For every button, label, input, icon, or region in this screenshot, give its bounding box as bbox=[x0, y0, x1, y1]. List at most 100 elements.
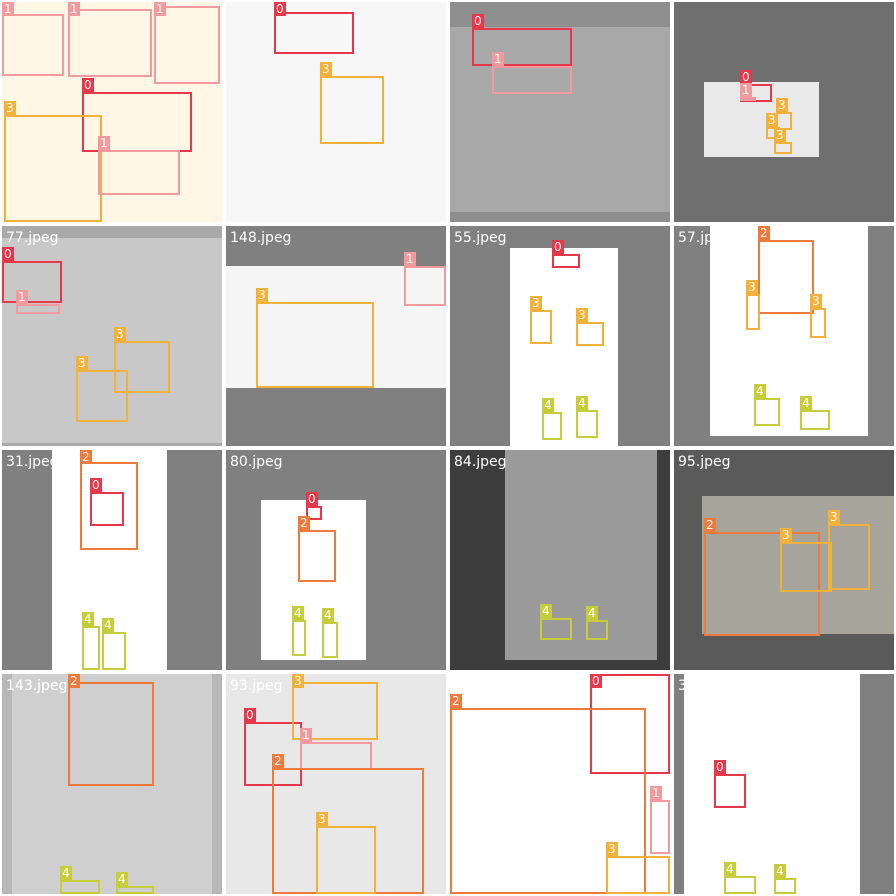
class-label: 4 bbox=[60, 866, 72, 880]
bounding-box bbox=[472, 28, 572, 66]
filename-label: 80.jpeg bbox=[230, 454, 283, 470]
class-label: 0 bbox=[714, 760, 726, 774]
class-label: 0 bbox=[244, 708, 256, 722]
class-label: 3 bbox=[76, 356, 88, 370]
class-label: 1 bbox=[98, 136, 110, 150]
class-label: 3 bbox=[114, 327, 126, 341]
bounding-box bbox=[60, 880, 100, 894]
bounding-box bbox=[4, 115, 102, 222]
bounding-box bbox=[76, 370, 128, 422]
bounding-box bbox=[404, 266, 446, 306]
bounding-box bbox=[102, 632, 126, 670]
class-label: 2 bbox=[298, 516, 310, 530]
bounding-box bbox=[542, 412, 562, 440]
class-label: 2 bbox=[68, 674, 80, 688]
class-label: 4 bbox=[724, 862, 736, 876]
image-grid: 1 1 1 0 3 1 0 3 0 1 0 1 3 3 3 77.jpeg 0 1 3 3 148.jpeg 1 3 55.j… bbox=[0, 0, 896, 896]
bounding-box bbox=[292, 620, 306, 656]
bounding-box bbox=[780, 542, 832, 592]
photo-content bbox=[510, 248, 618, 446]
bounding-box bbox=[68, 9, 152, 77]
grid-tile: 93.jpeg 0 3 1 2 3 bbox=[226, 674, 446, 894]
class-label: 4 bbox=[322, 608, 334, 622]
grid-tile: 55.jpeg 0 3 3 4 4 bbox=[450, 226, 670, 446]
bounding-box bbox=[740, 97, 756, 101]
class-label: 3 bbox=[292, 674, 304, 688]
class-label: 0 bbox=[306, 492, 318, 506]
class-label: 3 bbox=[606, 842, 618, 856]
grid-tile: 77.jpeg 0 1 3 3 bbox=[2, 226, 222, 446]
grid-tile: 31.jpeg 2 0 4 4 bbox=[2, 450, 222, 670]
filename-label: 93.jpeg bbox=[230, 678, 283, 694]
bounding-box bbox=[800, 410, 830, 430]
class-label: 1 bbox=[2, 2, 14, 16]
class-label: 1 bbox=[154, 2, 166, 16]
class-label: 0 bbox=[740, 70, 752, 84]
class-label: 4 bbox=[586, 606, 598, 620]
class-label: 2 bbox=[272, 754, 284, 768]
grid-tile: 80.jpeg 0 2 4 4 bbox=[226, 450, 446, 670]
bounding-box bbox=[154, 6, 220, 84]
class-label: 1 bbox=[492, 52, 504, 66]
class-label: 3 bbox=[766, 113, 778, 127]
bounding-box bbox=[576, 322, 604, 346]
class-label: 4 bbox=[754, 384, 766, 398]
filename-label: 143.jpeg bbox=[6, 678, 68, 694]
bounding-box bbox=[322, 622, 338, 658]
filename-label: 39.jpeg bbox=[678, 678, 731, 694]
class-label: 4 bbox=[542, 398, 554, 412]
class-label: 0 bbox=[274, 2, 286, 16]
bounding-box bbox=[320, 76, 384, 144]
bounding-box bbox=[298, 530, 336, 582]
bounding-box bbox=[316, 826, 376, 894]
bounding-box bbox=[606, 856, 670, 894]
class-label: 0 bbox=[2, 247, 14, 261]
filename-label: 77.jpeg bbox=[6, 230, 59, 246]
bounding-box bbox=[774, 142, 792, 154]
grid-tile: 143.jpeg 2 4 4 bbox=[2, 674, 222, 894]
bounding-box bbox=[2, 14, 64, 76]
class-label: 1 bbox=[650, 786, 662, 800]
grid-tile: 57.jpeg 2 3 3 4 4 bbox=[674, 226, 894, 446]
bounding-box bbox=[256, 302, 374, 388]
bounding-box bbox=[552, 254, 580, 268]
bounding-box bbox=[576, 410, 598, 438]
class-label: 3 bbox=[4, 101, 16, 115]
class-label: 1 bbox=[16, 290, 28, 304]
bounding-box bbox=[746, 294, 760, 330]
class-label: 4 bbox=[116, 872, 128, 886]
photo-content bbox=[684, 674, 860, 894]
bounding-box bbox=[16, 304, 60, 314]
class-label: 4 bbox=[774, 864, 786, 878]
filename-label: 55.jpeg bbox=[454, 230, 507, 246]
bounding-box bbox=[274, 12, 354, 54]
grid-tile: 01333 bbox=[674, 2, 894, 222]
class-label: 3 bbox=[316, 812, 328, 826]
class-label: 2 bbox=[450, 694, 462, 708]
bounding-box bbox=[810, 308, 826, 338]
bounding-box bbox=[714, 774, 746, 808]
grid-tile: 39.jpeg 0 4 4 bbox=[674, 674, 894, 894]
class-label: 0 bbox=[472, 14, 484, 28]
class-label: 0 bbox=[590, 674, 602, 688]
grid-tile: 84.jpeg 4 4 bbox=[450, 450, 670, 670]
class-label: 0 bbox=[552, 240, 564, 254]
bounding-box bbox=[2, 261, 62, 303]
filename-label: 148.jpeg bbox=[230, 230, 292, 246]
class-label: 2 bbox=[758, 226, 770, 240]
class-label: 3 bbox=[810, 294, 822, 308]
class-label: 3 bbox=[776, 98, 788, 112]
bounding-box bbox=[758, 240, 814, 314]
class-label: 4 bbox=[800, 396, 812, 410]
grid-tile: 1 1 1 0 3 1 bbox=[2, 2, 222, 222]
class-label: 2 bbox=[704, 518, 716, 532]
bounding-box bbox=[540, 618, 572, 640]
grid-tile: 148.jpeg 1 3 bbox=[226, 226, 446, 446]
class-label: 4 bbox=[576, 396, 588, 410]
bounding-box bbox=[828, 524, 870, 590]
grid-tile: 01 bbox=[450, 2, 670, 222]
class-label: 3 bbox=[320, 62, 332, 76]
filename-label: 31.jpeg bbox=[6, 454, 59, 470]
class-label: 3 bbox=[828, 510, 840, 524]
bounding-box bbox=[492, 66, 572, 94]
